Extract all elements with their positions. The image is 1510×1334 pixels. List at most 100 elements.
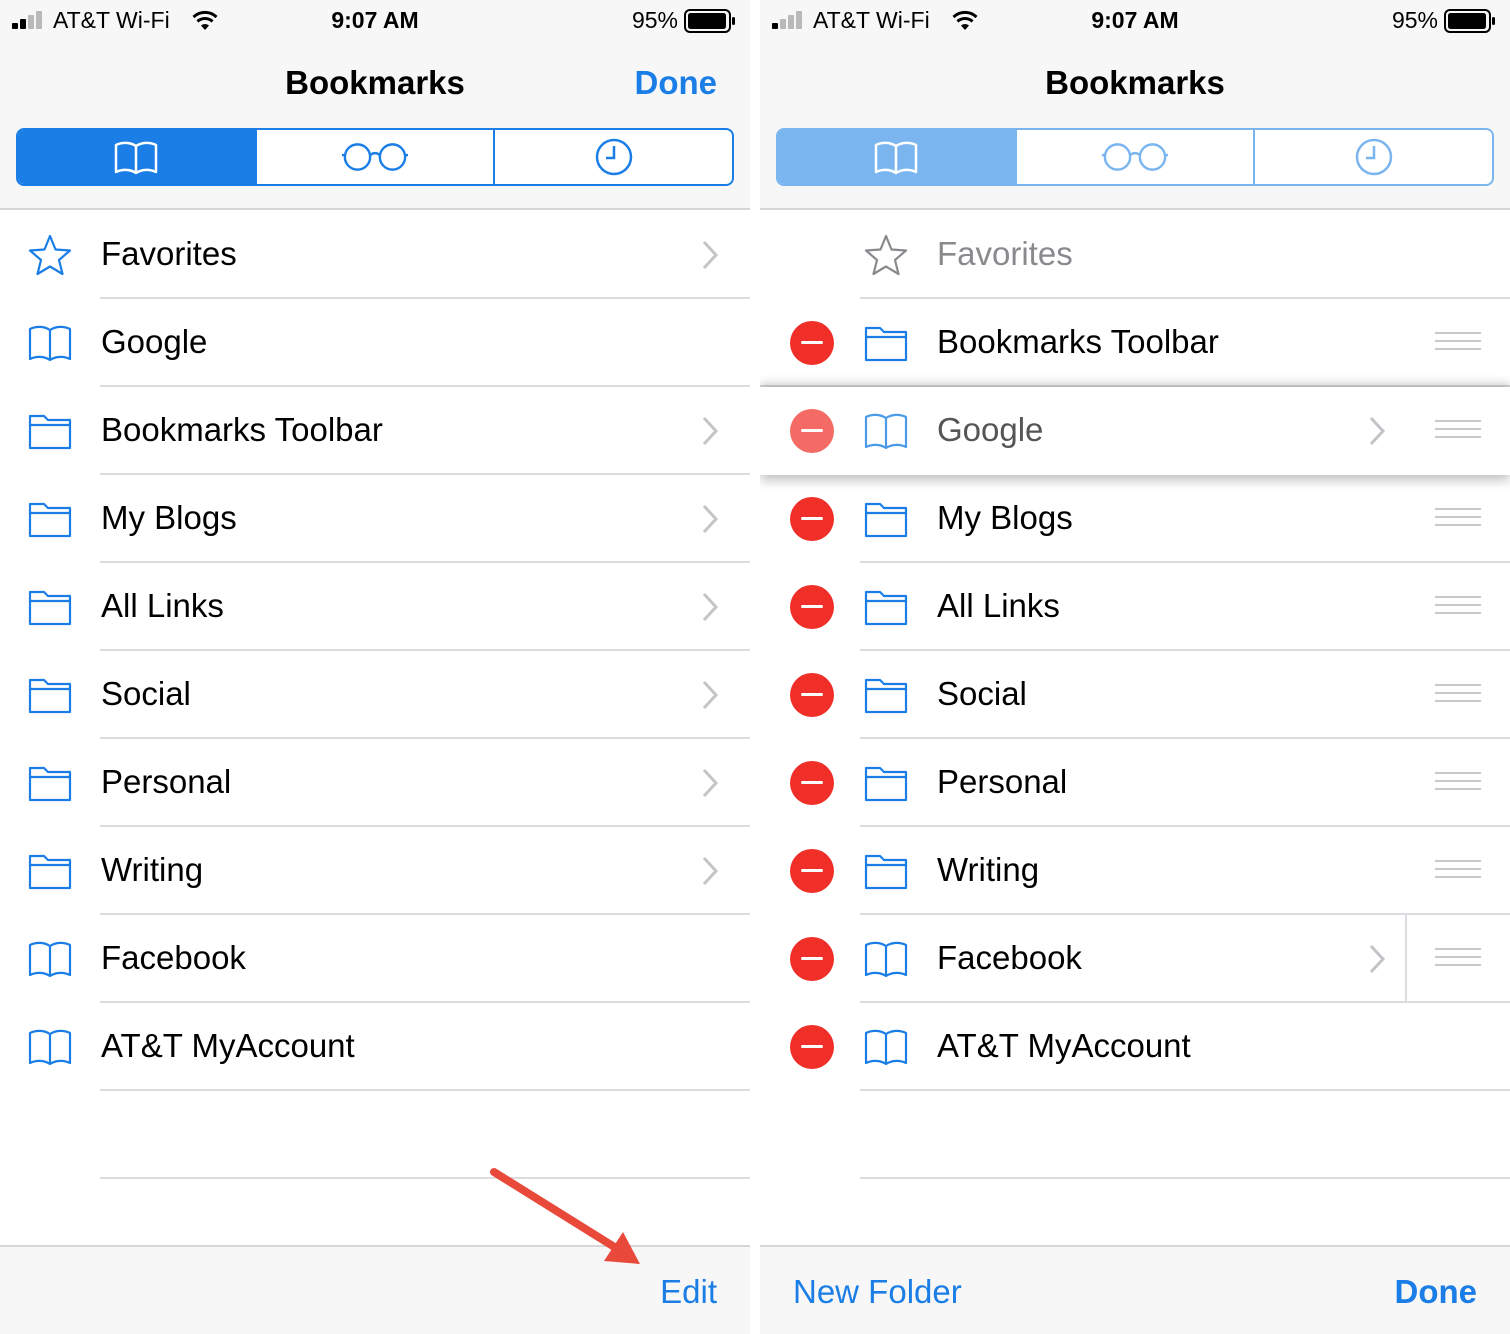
reorder-grip-icon[interactable]: [1435, 420, 1481, 442]
folder-icon: [864, 502, 908, 538]
folder-icon: [28, 414, 72, 450]
list-item-label: Bookmarks Toolbar: [101, 411, 383, 448]
bookmarks-segmented-control: [776, 128, 1494, 186]
book-icon: [28, 1029, 72, 1066]
list-item[interactable]: Facebook: [760, 915, 1510, 1003]
list-item-label: Facebook: [937, 939, 1082, 976]
list-item[interactable]: All Links: [760, 563, 1510, 651]
list-item-dragging[interactable]: Google: [760, 387, 1510, 475]
folder-icon: [864, 326, 908, 362]
list-item-label: Social: [937, 675, 1027, 712]
navigation-header: AT&T Wi-Fi 9:07 AM 95% Bookmarks Done: [0, 0, 750, 210]
chevron-right-icon: [702, 240, 719, 270]
list-item[interactable]: All Links: [0, 563, 750, 651]
list-item-label: Favorites: [101, 235, 237, 272]
list-item[interactable]: Bookmarks Toolbar: [760, 299, 1510, 387]
folder-icon: [28, 766, 72, 802]
battery-percentage: 95%: [1391, 7, 1438, 33]
list-item[interactable]: Bookmarks Toolbar: [0, 387, 750, 475]
folder-icon: [28, 590, 72, 626]
reorder-grip-icon[interactable]: [1435, 948, 1481, 970]
done-button[interactable]: Done: [635, 64, 718, 102]
tab-bookmarks[interactable]: [18, 130, 257, 184]
list-item-label: Google: [101, 323, 208, 360]
list-item[interactable]: Social: [0, 651, 750, 739]
list-item[interactable]: Writing: [0, 827, 750, 915]
list-item-label: All Links: [937, 587, 1060, 624]
list-item[interactable]: AT&T MyAccount: [760, 1003, 1510, 1091]
list-item[interactable]: Favorites: [0, 211, 750, 299]
list-item-label: AT&T MyAccount: [937, 1027, 1191, 1064]
folder-icon: [864, 678, 908, 714]
reorder-grip-icon[interactable]: [1435, 684, 1481, 706]
new-folder-button[interactable]: New Folder: [793, 1273, 962, 1311]
chevron-right-icon: [702, 856, 719, 886]
delete-minus-icon[interactable]: [790, 937, 834, 981]
delete-minus-icon[interactable]: [790, 761, 834, 805]
list-item-label: Social: [101, 675, 191, 712]
done-button[interactable]: Done: [1395, 1273, 1478, 1311]
chevron-right-icon: [1369, 416, 1386, 446]
history-clock-icon: [595, 138, 632, 176]
list-item[interactable]: My Blogs: [760, 475, 1510, 563]
delete-minus-icon[interactable]: [790, 1025, 834, 1069]
history-clock-icon: [1355, 138, 1392, 176]
bottom-toolbar: New Folder Done: [760, 1245, 1510, 1334]
list-item-label: Facebook: [101, 939, 246, 976]
list-item-label: Google: [937, 411, 1044, 448]
empty-row: [760, 1091, 1510, 1179]
bookmarks-screen-normal: AT&T Wi-Fi 9:07 AM 95% Bookmarks Done Fa…: [0, 0, 750, 1334]
book-icon: [864, 413, 908, 450]
list-item[interactable]: AT&T MyAccount: [0, 1003, 750, 1091]
delete-minus-icon[interactable]: [790, 321, 834, 365]
bookmarks-screen-editing: AT&T Wi-Fi 9:07 AM 95% Bookmarks Favorit…: [760, 0, 1510, 1334]
reorder-grip-icon[interactable]: [1435, 332, 1481, 354]
reading-list-glasses-icon: [341, 143, 409, 171]
reorder-grip-icon[interactable]: [1435, 860, 1481, 882]
reorder-grip-icon[interactable]: [1435, 508, 1481, 530]
bookmarks-segmented-control: [16, 128, 734, 186]
list-item[interactable]: My Blogs: [0, 475, 750, 563]
chevron-right-icon: [702, 680, 719, 710]
book-icon: [28, 941, 72, 978]
star-icon: [28, 234, 72, 276]
list-item-label: Writing: [937, 851, 1040, 888]
delete-minus-icon[interactable]: [790, 409, 834, 453]
list-item-label: Writing: [101, 851, 204, 888]
list-item-label: Bookmarks Toolbar: [937, 323, 1219, 360]
folder-icon: [28, 678, 72, 714]
tab-bookmarks: [778, 130, 1017, 184]
star-icon: [864, 234, 908, 276]
list-item: Favorites: [760, 211, 1510, 299]
empty-row: [0, 1091, 750, 1179]
folder-icon: [28, 502, 72, 538]
tab-reading-list[interactable]: [257, 130, 496, 184]
list-item[interactable]: Writing: [760, 827, 1510, 915]
list-item[interactable]: Personal: [0, 739, 750, 827]
book-icon: [875, 141, 918, 175]
battery-icon: [1444, 9, 1495, 33]
tab-history[interactable]: [495, 130, 732, 184]
list-item-label: My Blogs: [101, 499, 237, 536]
book-icon: [28, 325, 72, 362]
list-item[interactable]: Facebook: [0, 915, 750, 1003]
list-item[interactable]: Personal: [760, 739, 1510, 827]
folder-icon: [864, 590, 908, 626]
folder-icon: [864, 854, 908, 890]
tab-reading-list: [1017, 130, 1256, 184]
delete-minus-icon[interactable]: [790, 849, 834, 893]
delete-minus-icon[interactable]: [790, 673, 834, 717]
delete-minus-icon[interactable]: [790, 497, 834, 541]
reorder-grip-icon[interactable]: [1435, 772, 1481, 794]
chevron-right-icon: [702, 416, 719, 446]
list-item[interactable]: Google: [0, 299, 750, 387]
list-item[interactable]: Social: [760, 651, 1510, 739]
edit-button[interactable]: Edit: [660, 1273, 717, 1311]
book-icon: [864, 1029, 908, 1066]
delete-minus-icon[interactable]: [790, 585, 834, 629]
reorder-grip-icon[interactable]: [1435, 596, 1481, 618]
status-bar: AT&T Wi-Fi 9:07 AM 95%: [760, 0, 1510, 44]
list-item-label: AT&T MyAccount: [101, 1027, 355, 1064]
tab-history: [1255, 130, 1492, 184]
list-item-label: All Links: [101, 587, 224, 624]
